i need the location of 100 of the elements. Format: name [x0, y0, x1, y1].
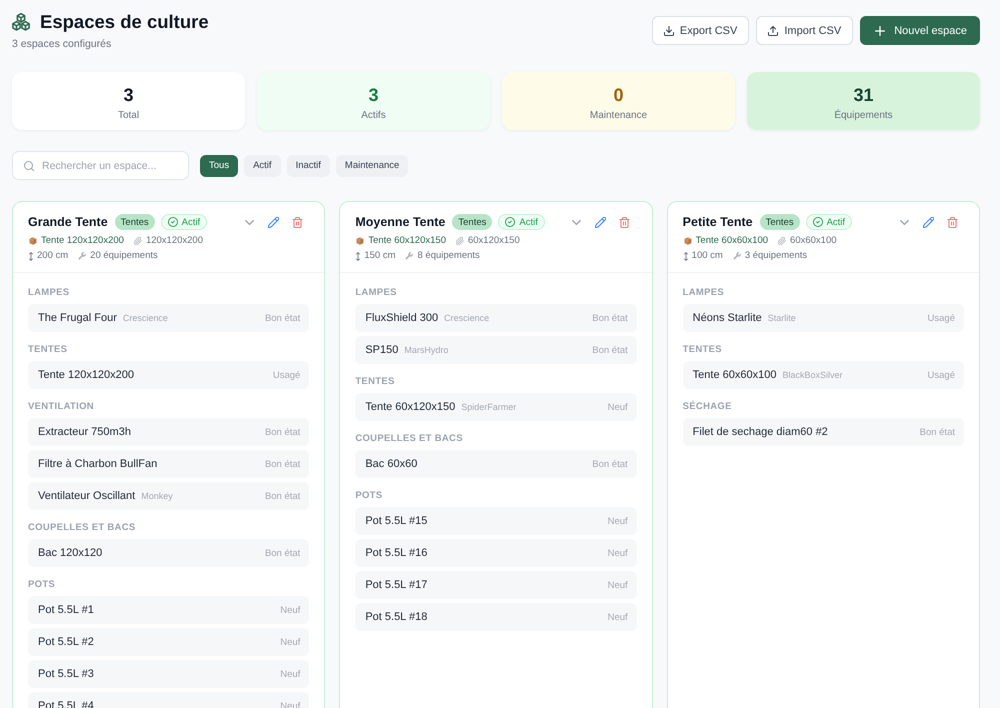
equipment-name: Pot 5.5L #17 [365, 578, 428, 592]
equipment-condition: Neuf [280, 604, 300, 616]
filter-tab[interactable]: Actif [244, 154, 281, 176]
category-heading: LAMPES [682, 287, 726, 299]
stat-label: Total [118, 109, 140, 122]
equipment-name: Pot 5.5L #1 [38, 604, 94, 616]
paperclip-icon [778, 237, 786, 245]
status-text: Actif [826, 216, 846, 228]
equipment-name: Néons Starlite [692, 312, 762, 324]
page-title: Espaces de culture [40, 10, 209, 34]
stat-label: Maintenance [590, 109, 648, 122]
category-heading: TENTES [682, 344, 723, 356]
equipment-name: Bac 120x120 [38, 546, 102, 560]
check-circle-icon [505, 217, 516, 227]
equipment-name: Tente 60x60x100 [692, 368, 776, 382]
status-text: Actif [519, 216, 538, 228]
type-tag: Tentes [114, 214, 155, 230]
vertical-arrows-icon [29, 252, 33, 260]
equipment-condition: Bon état [264, 548, 300, 558]
equipment-condition: Neuf [608, 516, 628, 526]
equipment-brand: Crescience [444, 312, 490, 322]
stat-value: 0 [613, 84, 624, 106]
dimensions-text: 120x120x200 [146, 234, 203, 248]
wrench-icon [405, 252, 414, 260]
space-name: Grande Tente [28, 215, 108, 229]
equipment-name: Pot 5.5L #18 [365, 610, 428, 624]
equipment-condition: Neuf [280, 636, 300, 648]
dimensions-text: 60x120x150 [468, 234, 520, 248]
check-circle-icon [812, 217, 823, 227]
boxes-icon [12, 13, 30, 31]
space-name: Moyenne Tente [355, 215, 446, 229]
stat-label: Actifs [361, 109, 386, 122]
equipment-name: Ventilateur Oscillant [38, 490, 136, 502]
package-icon [356, 237, 364, 245]
equipment-condition: Neuf [608, 612, 628, 622]
equipment-count-text: 8 équipements [417, 249, 480, 263]
pencil-icon [595, 216, 606, 228]
stat-label: Équipements [834, 109, 893, 122]
equipment-name: FluxShield 300 [365, 312, 438, 324]
page-subtitle: 3 espaces configurés [12, 37, 112, 51]
equipment-condition: Neuf [608, 548, 628, 558]
upload-icon [768, 26, 778, 36]
filter-tab[interactable]: Tous [200, 154, 238, 176]
check-circle-icon [168, 217, 178, 227]
category-heading: LAMPES [28, 287, 70, 299]
chevron-down-icon [572, 220, 582, 224]
plus-icon [875, 26, 886, 36]
filter-tab[interactable]: Maintenance [336, 154, 408, 176]
filter-tab[interactable]: Inactif [286, 154, 330, 176]
category-heading: TENTES [355, 376, 396, 388]
chevron-down-icon [244, 220, 254, 224]
equipment-condition: Bon état [920, 426, 955, 438]
paperclip-icon [134, 237, 142, 245]
package-icon [29, 237, 37, 245]
equipment-count-text: 3 équipements [744, 249, 808, 263]
category-heading: SÉCHAGE [682, 401, 733, 413]
height-text: 100 cm [692, 249, 723, 263]
category-heading: COUPELLES ET BACS [355, 433, 464, 445]
package-icon [684, 237, 692, 245]
category-heading: POTS [355, 490, 384, 502]
category-heading: POTS [28, 579, 56, 591]
pencil-icon [268, 216, 279, 228]
new-space-button[interactable]: Nouvel espace [860, 16, 980, 45]
equipment-count-text: 20 équipements [90, 249, 158, 263]
equipment-brand: Crescience [122, 312, 168, 322]
equipment-condition: Bon état [592, 312, 628, 324]
trash-icon [946, 216, 958, 228]
tent-model-text: Tente 60x60x100 [696, 234, 768, 248]
import-button[interactable]: Import CSV [756, 16, 854, 45]
equipment-name: Tente 60x120x150 [365, 400, 456, 414]
equipment-name: Extracteur 750m3h [38, 426, 131, 438]
height-text: 150 cm [364, 249, 396, 263]
wrench-icon [78, 252, 86, 260]
equipment-brand: Monkey [141, 490, 173, 500]
stat-value: 31 [853, 84, 874, 106]
equipment-brand: Starlite [768, 312, 796, 322]
wrench-icon [732, 252, 741, 260]
tent-model-text: Tente 60x120x150 [368, 234, 446, 248]
equipment-condition: Neuf [608, 402, 628, 412]
equipment-name: Bac 60x60 [365, 458, 418, 470]
trash-icon [292, 216, 303, 228]
category-heading: VENTILATION [28, 401, 95, 413]
download-icon [664, 26, 674, 36]
vertical-arrows-icon [684, 252, 688, 260]
equipment-condition: Neuf [280, 668, 300, 680]
trash-icon [619, 216, 630, 228]
equipment-brand: MarsHydro [404, 344, 448, 354]
equipment-name: Pot 5.5L #15 [365, 514, 428, 528]
equipment-name: Pot 5.5L #3 [38, 668, 94, 680]
equipment-condition: Neuf [608, 580, 628, 590]
equipment-brand: SpiderFarmer [461, 402, 516, 412]
height-text: 200 cm [37, 249, 68, 263]
equipment-name: The Frugal Four [38, 312, 117, 324]
equipment-name: Pot 5.5L #16 [365, 546, 428, 560]
dimensions-text: 60x60x100 [790, 234, 837, 248]
category-heading: COUPELLES ET BACS [28, 522, 136, 534]
equipment-condition: Usagé [928, 370, 955, 380]
search-field[interactable]: Rechercher un espace... [12, 151, 189, 180]
export-button[interactable]: Export CSV [652, 16, 750, 45]
equipment-name: Filtre à Charbon BullFan [38, 458, 158, 470]
